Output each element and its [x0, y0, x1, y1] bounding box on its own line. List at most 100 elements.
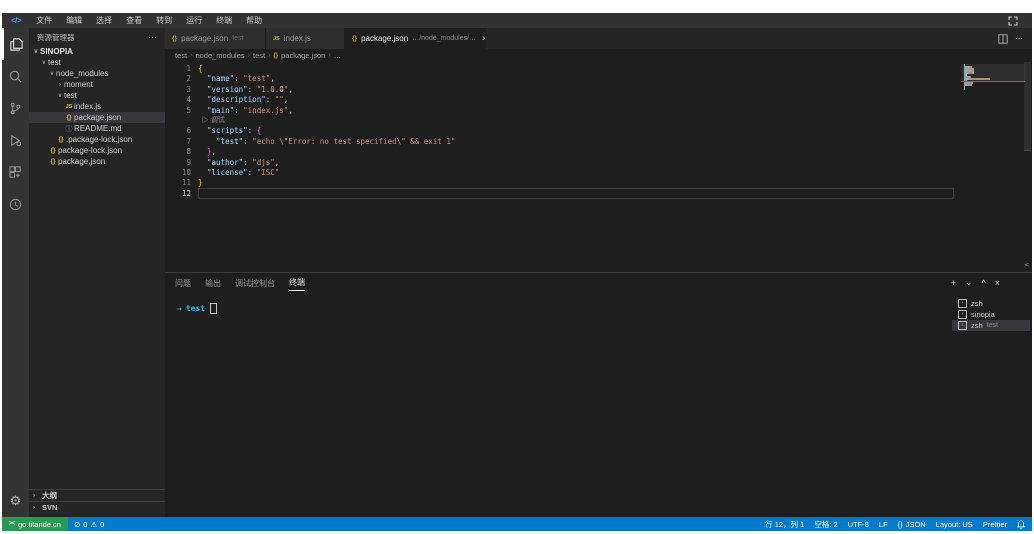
tree-item-label: README.md — [74, 124, 122, 133]
menu-item-文件[interactable]: 文件 — [29, 15, 59, 26]
maximize-panel-icon[interactable]: ^ — [982, 278, 986, 288]
menu-item-运行[interactable]: 运行 — [179, 15, 209, 26]
expand-icon[interactable] — [1008, 16, 1018, 26]
terminal-name: zsh — [971, 321, 983, 330]
terminal-list-item[interactable]: ›zshtest — [952, 320, 1030, 331]
code-line[interactable]: 8 }, — [165, 147, 1032, 157]
terminal-list-item[interactable]: ›sinopia — [952, 309, 1030, 320]
code-line[interactable]: 1{ — [165, 64, 1032, 74]
breadcrumb-item[interactable]: package.json — [281, 51, 325, 60]
more-actions-icon[interactable]: ⋯ — [148, 32, 157, 43]
status-item[interactable]: LF — [879, 520, 888, 529]
tree-item[interactable]: ∨test — [29, 90, 165, 101]
code-editor[interactable]: 1{2 "name": "test",3 "version": "1.0.0",… — [165, 62, 1032, 272]
debug-codelens[interactable]: ▷ 调试 — [198, 116, 225, 126]
terminal-list-item[interactable]: ›zsh — [952, 298, 1030, 309]
tree-item[interactable]: ⓘREADME.md — [29, 123, 165, 134]
close-panel-icon[interactable]: × — [995, 278, 1000, 288]
breadcrumb-item[interactable]: node_modules — [195, 51, 244, 60]
breadcrumb-item[interactable]: … — [334, 51, 342, 60]
status-item[interactable]: Layout: US — [936, 520, 973, 529]
prompt-arrow: → — [177, 304, 182, 313]
code-line[interactable]: 4 "description": "", — [165, 95, 1032, 105]
code-line[interactable]: 10 "license": "ISC" — [165, 168, 1032, 178]
gear-icon[interactable]: ⚙ — [10, 493, 22, 509]
status-item[interactable]: 空格: 2 — [814, 519, 837, 530]
split-editor-icon[interactable] — [998, 34, 1008, 44]
search-icon[interactable] — [2, 60, 29, 92]
code-line[interactable]: 7 "test": "echo \"Error: no test specifi… — [165, 137, 1032, 147]
minimap-slider[interactable] — [961, 64, 1025, 82]
editor-tab[interactable]: {}package.jsontest — [165, 28, 266, 49]
codelens-row[interactable]: ▷ 调试 — [165, 116, 1032, 126]
json-file-icon: {} — [64, 114, 74, 121]
tree-item[interactable]: ›moment — [29, 79, 165, 90]
line-number: 2 — [165, 74, 198, 84]
prompt-directory: test — [186, 304, 205, 313]
breadcrumb-item[interactable]: test — [175, 51, 187, 60]
tree-item[interactable]: {}.package-lock.json — [29, 134, 165, 145]
source-control-icon[interactable] — [2, 92, 29, 124]
code-line[interactable]: 9 "author": "djs", — [165, 158, 1032, 168]
tree-item[interactable]: {}package-lock.json — [29, 145, 165, 156]
tree-item[interactable]: ∨node_modules — [29, 68, 165, 79]
remote-indicator[interactable]: >< go.titande.cn — [2, 517, 68, 531]
status-item[interactable]: {} JSON — [898, 520, 926, 529]
status-item[interactable]: 行 12，列 1 — [765, 519, 804, 530]
menu-item-帮助[interactable]: 帮助 — [239, 15, 269, 26]
problems-indicator[interactable]: ⊘ 0 ⚠ 0 — [68, 520, 110, 529]
minimap[interactable] — [964, 64, 1022, 90]
tree-item[interactable]: {}package.json — [29, 112, 165, 123]
code-line[interactable]: 6 "scripts": { — [165, 126, 1032, 136]
tree-item-label: node_modules — [56, 69, 108, 78]
extensions-icon[interactable] — [2, 156, 29, 188]
code-line[interactable]: 5 "main": "index.js", — [165, 106, 1032, 116]
sidebar-section-SVN[interactable]: ›SVN — [29, 501, 165, 513]
breadcrumb-separator: › — [248, 52, 250, 59]
clock-extension-icon[interactable] — [2, 188, 29, 220]
code-line[interactable]: 2 "name": "test", — [165, 74, 1032, 84]
menu-item-选择[interactable]: 选择 — [89, 15, 119, 26]
breadcrumb-item[interactable]: test — [253, 51, 265, 60]
line-content: "name": "test", — [198, 74, 275, 84]
tree-item[interactable]: ∨SINOPIA — [29, 46, 165, 57]
json-file-icon: {} — [48, 158, 58, 165]
menu-item-编辑[interactable]: 编辑 — [59, 15, 89, 26]
line-content: "author": "djs", — [198, 158, 279, 168]
new-terminal-icon[interactable]: + — [951, 278, 956, 288]
bell-icon[interactable] — [1017, 520, 1025, 529]
terminal[interactable]: → test ›zsh›sinopia›zshtest — [165, 295, 1032, 517]
explorer-icon[interactable] — [2, 28, 29, 60]
menu-item-终端[interactable]: 终端 — [209, 15, 239, 26]
panel-tab-调试控制台[interactable]: 调试控制台 — [235, 278, 275, 291]
more-actions-icon[interactable]: ⋯ — [1015, 34, 1023, 43]
section-label: SVN — [42, 503, 57, 512]
menu-item-转到[interactable]: 转到 — [149, 15, 179, 26]
panel-tab-问题[interactable]: 问题 — [175, 278, 191, 291]
editor-tab[interactable]: {}package.json…/node_modules/…× — [345, 28, 486, 49]
status-item[interactable]: Prettier — [983, 520, 1007, 529]
code-line[interactable]: 11} — [165, 178, 1032, 188]
line-content: "scripts": { — [198, 126, 261, 136]
editor-tab[interactable]: JSindex.js — [266, 28, 345, 49]
tree-item-label: package.json — [74, 113, 121, 122]
code-line[interactable]: 3 "version": "1.0.0", — [165, 85, 1032, 95]
warning-icon: ⚠ — [90, 520, 97, 529]
code-line[interactable]: 12 — [165, 189, 1032, 199]
run-debug-icon[interactable] — [2, 124, 29, 156]
menu-item-查看[interactable]: 查看 — [119, 15, 149, 26]
tree-item[interactable]: JSindex.js — [29, 101, 165, 112]
app-logo-icon: </> — [2, 16, 29, 25]
panel-tab-终端[interactable]: 终端 — [289, 277, 305, 291]
editor-scrollbar[interactable] — [1023, 62, 1032, 270]
panel-tab-输出[interactable]: 输出 — [205, 278, 221, 291]
sidebar-section-大纲[interactable]: ›大纲 — [29, 489, 165, 501]
status-item[interactable]: UTF-8 — [848, 520, 869, 529]
dropdown-icon[interactable]: ⌄ — [965, 277, 973, 288]
status-item[interactable] — [1017, 520, 1025, 529]
status-text: 空格: 2 — [814, 519, 837, 530]
tree-item[interactable]: {}package.json — [29, 156, 165, 167]
close-icon[interactable]: × — [482, 34, 486, 43]
tree-item[interactable]: ∨test — [29, 57, 165, 68]
terminal-icon: › — [958, 299, 967, 308]
